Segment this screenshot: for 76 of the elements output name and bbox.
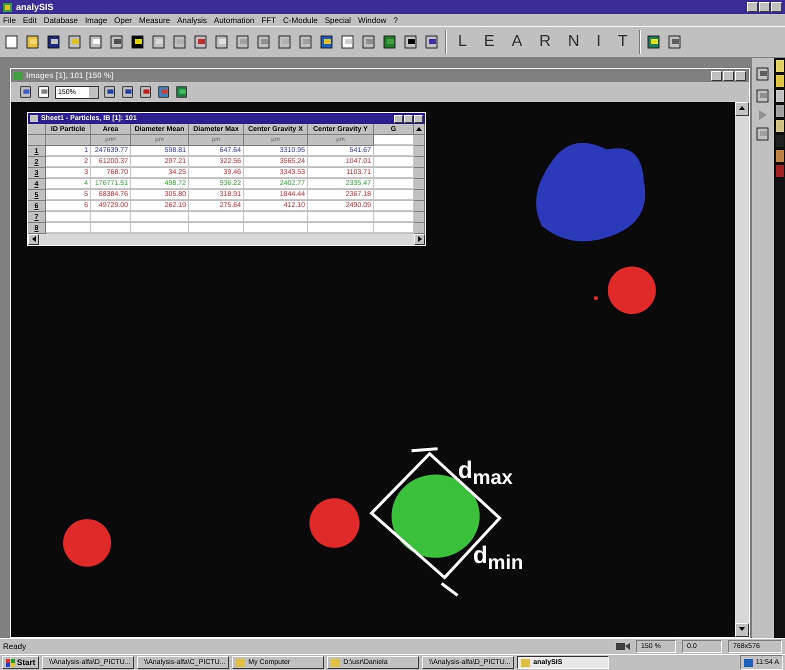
up-arrow-icon	[416, 126, 422, 132]
restore-button[interactable]	[759, 2, 770, 12]
table-cell	[374, 201, 414, 211]
menu-item[interactable]: FFT	[261, 16, 276, 24]
right-arrow-icon	[416, 236, 422, 242]
table-cell	[244, 212, 308, 222]
table-cell	[308, 223, 374, 233]
windows-logo-icon	[6, 658, 15, 666]
learn-it-letter[interactable]: T	[612, 33, 634, 51]
table-cell	[374, 146, 414, 156]
annotation-label: d$_{max}$	[458, 457, 513, 490]
table-cell	[189, 212, 244, 222]
minimize-button[interactable]	[394, 114, 403, 122]
scroll-up-button[interactable]	[414, 124, 425, 135]
scroll-down-button[interactable]	[735, 623, 749, 637]
down-arrow-icon	[739, 626, 745, 632]
close-button[interactable]	[414, 114, 423, 122]
minimize-button[interactable]	[747, 2, 758, 12]
menu-item[interactable]: Measure	[138, 16, 170, 24]
scroll-left-button[interactable]	[28, 234, 39, 245]
table-cell	[189, 223, 244, 233]
close-button[interactable]	[735, 70, 746, 80]
learn-it-letter[interactable]: L	[452, 33, 473, 51]
image-window-title: Images [1], 101 [150 %]	[26, 71, 115, 80]
annotation-label: d$_{min}$	[473, 542, 524, 575]
table-cell	[131, 223, 189, 233]
menu-item[interactable]: Special	[324, 16, 351, 24]
table-cell	[244, 223, 308, 233]
menu-item[interactable]: Analysis	[177, 16, 207, 24]
app-icon	[3, 2, 12, 12]
menu-item[interactable]: C-Module	[283, 16, 318, 24]
menu-item[interactable]: Image	[84, 16, 108, 24]
panel-icon[interactable]	[776, 90, 784, 102]
panel-icon[interactable]	[776, 120, 784, 132]
learn-it-letter[interactable]: A	[506, 33, 528, 51]
up-arrow-icon	[739, 105, 745, 111]
learn-it-letter[interactable]: R	[533, 33, 557, 51]
menu-item[interactable]: Automation	[214, 16, 254, 24]
table-cell	[374, 212, 414, 222]
menu-item[interactable]: Window	[358, 16, 386, 24]
table-cell	[374, 190, 414, 200]
menu-item[interactable]: Edit	[22, 16, 37, 24]
camera-icon	[616, 642, 630, 651]
table-cell	[91, 212, 131, 222]
unit-cell	[46, 135, 91, 146]
menu-item[interactable]: ?	[393, 16, 398, 24]
table-cell	[374, 223, 414, 233]
learn-it-letter[interactable]: I	[590, 33, 607, 51]
panel-icon[interactable]	[776, 105, 784, 117]
table-cell	[374, 135, 414, 145]
status-text: Ready	[3, 642, 28, 651]
scroll-right-button[interactable]	[414, 234, 425, 245]
table-cell	[308, 212, 374, 222]
table-cell	[374, 168, 414, 178]
start-button[interactable]: Start	[2, 656, 40, 669]
table-cell	[374, 179, 414, 189]
table-cell	[131, 212, 189, 222]
menu-item[interactable]: Oper	[114, 16, 132, 24]
learn-it-letter[interactable]: E	[478, 33, 501, 51]
table-cell	[46, 223, 91, 233]
menu-item[interactable]: File	[3, 16, 16, 24]
learn-it-letter[interactable]: N	[562, 33, 586, 51]
panel-icon[interactable]	[776, 75, 784, 87]
maximize-button[interactable]	[723, 70, 734, 80]
table-cell	[374, 157, 414, 167]
minimize-button[interactable]	[711, 70, 722, 80]
window-title: analySIS	[16, 2, 55, 12]
table-cell	[46, 212, 91, 222]
menu-item[interactable]: Database	[44, 16, 78, 24]
panel-icon[interactable]	[776, 60, 784, 72]
left-arrow-icon	[30, 236, 36, 242]
sheet-icon	[30, 115, 38, 122]
maximize-button[interactable]	[404, 114, 413, 122]
table-cell	[91, 223, 131, 233]
close-button[interactable]	[771, 2, 782, 12]
panel-icon[interactable]	[776, 150, 784, 162]
